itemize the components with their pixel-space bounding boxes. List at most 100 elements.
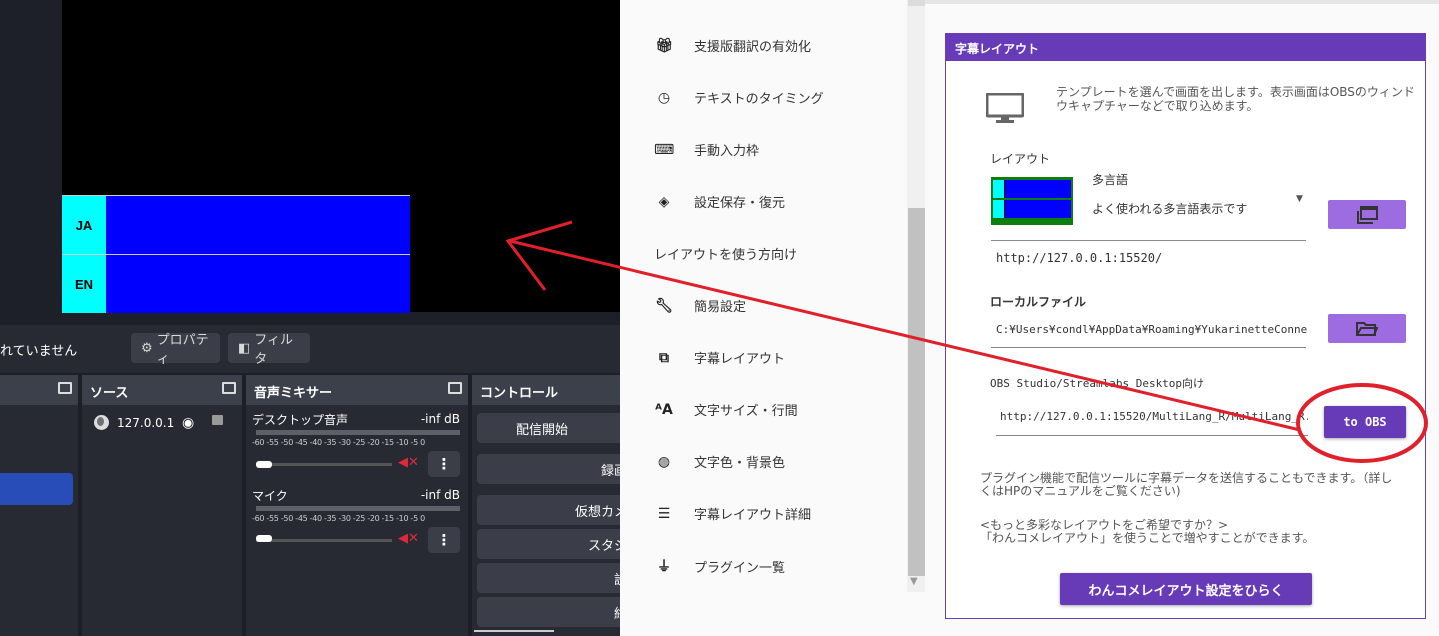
menu-section-heading: レイアウトを使う方向け: [654, 248, 798, 263]
subtitle-tag-en: EN: [62, 255, 106, 313]
filters-label: フィルタ: [254, 333, 294, 367]
menu-item-manual-input[interactable]: ⌨ 手動入力枠: [654, 140, 760, 160]
content-area: 字幕レイアウト テンプレートを選んで画面を出します。表示画面はOBSのウィンドウ…: [925, 0, 1439, 636]
sources-dock: ソース 127.0.0.1 ◉: [82, 375, 242, 636]
volume-slider-track[interactable]: [256, 463, 392, 466]
mixer-channel-name: マイク: [252, 489, 288, 503]
to-obs-button[interactable]: to OBS: [1324, 406, 1406, 438]
globe-icon: [94, 415, 109, 430]
exit-button[interactable]: 終: [477, 597, 620, 627]
scroll-down-arrow-icon[interactable]: ▼: [910, 576, 918, 587]
mute-icon[interactable]: ◀✕: [398, 531, 419, 546]
layout-select-title[interactable]: 多言語: [1092, 171, 1128, 188]
lock-icon[interactable]: [212, 415, 223, 425]
obs-window: JA EN れていません ⚙ プロパティ ◧ フィルタ ソース 127.0.0.…: [0, 0, 620, 636]
menu-item-label: 文字色・背景色: [694, 456, 786, 471]
plug-icon: ⏚: [657, 559, 671, 575]
panel-title: 字幕レイアウト: [946, 34, 1425, 61]
subtitle-bar-en: [106, 255, 410, 313]
select-underline: [991, 240, 1306, 241]
start-recording-button[interactable]: 録画: [477, 454, 620, 484]
menu-item-easy-settings[interactable]: 🔧︎ 簡易設定: [654, 296, 747, 316]
menu-item-text-timing[interactable]: ◷ テキストのタイミング: [654, 88, 824, 108]
sources-dock-title: ソース: [90, 386, 129, 401]
obs-url[interactable]: http://127.0.0.1:15520/MultiLang_R/Multi…: [1000, 410, 1308, 423]
thumb-tag: [993, 200, 1004, 218]
open-window-button[interactable]: [1328, 200, 1406, 229]
volume-meter: [256, 430, 460, 435]
menu-item-label: 字幕レイアウト詳細: [694, 508, 812, 523]
menu-scrollbar-top: [908, 0, 925, 6]
volume-slider-handle[interactable]: [256, 535, 272, 542]
thumb-row: [993, 200, 1071, 218]
menu-item-label: 簡易設定: [694, 300, 747, 315]
open-folder-button[interactable]: [1328, 314, 1406, 343]
properties-button[interactable]: ⚙ プロパティ: [131, 333, 220, 367]
menu-item-subtitle-layout[interactable]: ⧉ 字幕レイアウト: [654, 348, 785, 368]
meter-scale: -60 -55 -50 -45 -40 -35 -30 -25 -20 -15 …: [252, 514, 425, 523]
scenes-dock-header: [0, 375, 78, 405]
volume-slider-handle[interactable]: [256, 461, 272, 468]
menu-item-label: プラグイン一覧: [694, 560, 786, 576]
menu-item-layout-details[interactable]: ☰ 字幕レイアウト詳細: [654, 504, 812, 524]
virtual-camera-button[interactable]: 仮想カメ: [477, 495, 620, 525]
local-file-path[interactable]: C:¥Users¥condl¥AppData¥Roaming¥Yukarinet…: [996, 323, 1308, 336]
filters-button[interactable]: ◧ フィルタ: [228, 333, 310, 367]
mixer-channel-db: -inf dB: [420, 488, 460, 502]
obs-url-underline: [996, 435, 1308, 436]
dropdown-arrow-icon[interactable]: ▼: [1296, 194, 1303, 204]
undock-icon[interactable]: [448, 382, 462, 394]
no-source-selected-text: れていません: [0, 344, 78, 359]
menu-item-plugins[interactable]: ⏚ プラグイン一覧: [654, 556, 785, 576]
volume-slider-track[interactable]: [256, 539, 392, 542]
eye-icon[interactable]: ◉: [182, 415, 194, 431]
menu-scrollbar-thumb[interactable]: [908, 208, 925, 576]
start-streaming-button[interactable]: 配信開始: [477, 413, 620, 443]
wancome-note: <もっと多彩なレイアウトをご希望ですか？> 「わんコメレイアウト」を使うことで増…: [980, 519, 1400, 545]
mixer-channel-db: -inf dB: [420, 412, 460, 426]
menu-item-colors[interactable]: ◍ 文字色・背景色: [654, 452, 786, 472]
screenshot-root: JA EN れていません ⚙ プロパティ ◧ フィルタ ソース 127.0.0.…: [0, 0, 1439, 636]
undock-icon[interactable]: [222, 382, 236, 394]
thumb-tag: [993, 180, 1004, 198]
layout-select-description[interactable]: よく使われる多言語表示です: [1092, 200, 1247, 217]
plugin-note: プラグイン機能で配信ツールに字幕データを送信することもできます。（詳しくはHPの…: [980, 471, 1393, 498]
monitor-icon: [986, 93, 1024, 123]
controls-dock-title: コントロール: [480, 386, 559, 401]
layout-url[interactable]: http://127.0.0.1:15520/: [996, 251, 1162, 265]
menu-item-label: 文字サイズ・行間: [694, 404, 798, 419]
settings-button[interactable]: 設: [477, 563, 620, 593]
scenes-dock: [0, 375, 78, 636]
menu-item-label: 手動入力枠: [694, 144, 760, 159]
local-file-label: ローカルファイル: [990, 295, 1087, 309]
studio-mode-button[interactable]: スタジ: [477, 529, 620, 559]
menu-item-label: 支援版翻訳の有効化: [694, 40, 812, 55]
subtitle-bar-ja: [106, 196, 410, 254]
menu-item-label: テキストのタイミング: [694, 92, 824, 107]
wancome-note-line2: 「わんコメレイアウト」を使うことで増やすことができます。: [980, 531, 1315, 545]
app-side-menu: 🎁︎ 支援版翻訳の有効化 ◷ テキストのタイミング ⌨ 手動入力枠 ◈ 設定保存…: [620, 0, 925, 636]
channel-menu-button[interactable]: ⋮: [428, 451, 460, 477]
sliders-icon: ☰: [657, 505, 671, 522]
channel-menu-button[interactable]: ⋮: [428, 527, 460, 553]
keyboard-icon: ⌨: [654, 141, 675, 158]
open-wancome-layout-button[interactable]: わんコメレイアウト設定をひらく: [1060, 573, 1312, 605]
properties-label: プロパティ: [156, 333, 209, 367]
layout-thumbnail: [991, 177, 1073, 225]
mute-icon[interactable]: ◀✕: [398, 455, 419, 470]
window-icon: ⧉: [659, 349, 669, 366]
undock-icon[interactable]: [58, 382, 72, 394]
subtitle-row-en: EN: [62, 254, 410, 313]
subtitle-tag-ja: JA: [62, 196, 106, 254]
controls-underline: [474, 630, 554, 632]
audio-mixer-dock: 音声ミキサー デスクトップ音声 -inf dB -60 -55 -50 -45 …: [246, 375, 468, 636]
scene-item-selected[interactable]: [0, 473, 73, 505]
filter-icon: ◧: [238, 340, 251, 356]
source-item[interactable]: 127.0.0.1: [94, 415, 174, 430]
controls-dock: コントロール 配信開始 録画 仮想カメ スタジ 設 終: [472, 375, 620, 636]
local-file-underline: [991, 347, 1306, 348]
menu-item-font-size[interactable]: ᴬA 文字サイズ・行間: [654, 400, 798, 420]
subtitle-layout-panel: 字幕レイアウト テンプレートを選んで画面を出します。表示画面はOBSのウィンドウ…: [945, 33, 1426, 619]
menu-item-save-restore[interactable]: ◈ 設定保存・復元: [654, 192, 785, 212]
menu-item-support-translation[interactable]: 🎁︎ 支援版翻訳の有効化: [654, 36, 812, 56]
